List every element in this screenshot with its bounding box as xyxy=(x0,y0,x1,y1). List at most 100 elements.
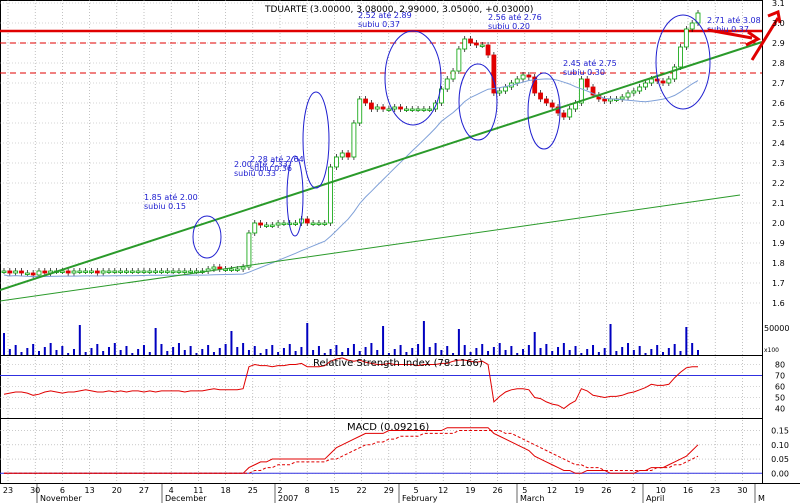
volume-bar xyxy=(481,344,484,355)
volume-bar xyxy=(218,348,221,355)
candle-body xyxy=(310,222,316,225)
rsi-tick-label: 70 xyxy=(775,372,785,381)
candle-body xyxy=(404,108,409,111)
volume-bar xyxy=(358,351,361,355)
candle-body xyxy=(503,86,508,92)
volume-bar xyxy=(422,321,425,355)
candle-body xyxy=(479,44,485,47)
volume-bar xyxy=(8,349,11,355)
candle-body xyxy=(42,270,48,274)
volume-bar xyxy=(527,345,530,355)
candle-body xyxy=(124,270,129,273)
candle-body xyxy=(77,270,83,273)
candle-body xyxy=(625,92,631,98)
volume-bar xyxy=(166,351,169,355)
volume-bar xyxy=(405,352,408,355)
day-tick-label: 19 xyxy=(465,486,475,495)
volume-bar xyxy=(312,350,315,355)
volume-bar xyxy=(382,326,385,355)
volume-bar xyxy=(195,353,198,355)
candle-body xyxy=(129,270,135,273)
day-tick-label: 18 xyxy=(221,486,231,495)
volume-bar xyxy=(376,350,379,355)
volume-bar xyxy=(242,343,245,355)
volume-bar xyxy=(516,353,519,355)
volume-bar xyxy=(224,344,227,355)
volume-bar xyxy=(440,350,443,355)
annotation-text: subiu 0.36 xyxy=(250,164,292,173)
volume-bar xyxy=(37,351,40,355)
day-tick-label: 30 xyxy=(30,486,40,495)
candle-body xyxy=(380,106,386,110)
candle-body xyxy=(561,112,567,118)
volume-bar xyxy=(253,346,256,355)
day-tick-label: 13 xyxy=(85,486,95,495)
candle-body xyxy=(258,222,264,226)
day-tick-label: 23 xyxy=(3,486,13,495)
volume-bar xyxy=(317,346,320,355)
candle-body xyxy=(229,268,234,271)
candle-body xyxy=(240,266,246,270)
candle-body xyxy=(672,66,678,80)
volume-bar xyxy=(3,333,5,355)
volume-bar xyxy=(562,343,565,355)
candle-body xyxy=(339,152,345,158)
day-tick-label: 23 xyxy=(710,486,720,495)
rsi-title: Relative Strength Index (78.1166) xyxy=(313,358,483,369)
volume-bar xyxy=(341,352,344,355)
price-tick-label: 2.8 xyxy=(772,59,785,68)
volume-bar xyxy=(393,349,396,355)
chart-title: TDUARTE (3.00000, 3.08000, 2.99000, 3.05… xyxy=(264,5,533,15)
candle-body xyxy=(514,78,520,84)
volume-bar xyxy=(142,345,145,355)
candle-body xyxy=(170,270,176,273)
rsi-tick-label: 60 xyxy=(775,383,785,392)
macd-tick-label: 0.05 xyxy=(771,455,789,464)
volume-bar xyxy=(574,346,577,355)
volume-bar xyxy=(183,350,186,355)
annotation-text: 2.45 até 2.75 xyxy=(563,58,617,68)
volume-bar xyxy=(148,352,151,355)
volume-bar xyxy=(172,347,175,355)
volume-bar xyxy=(189,346,192,355)
volume-bar xyxy=(446,346,449,355)
candle-body xyxy=(409,108,415,111)
day-tick-label: 19 xyxy=(574,486,584,495)
price-tick-label: 1.8 xyxy=(772,259,785,268)
month-label: February xyxy=(402,494,438,503)
volume-bar xyxy=(26,348,29,355)
candle-body xyxy=(7,270,13,274)
volume-bar xyxy=(335,345,338,355)
volume-bar xyxy=(72,349,75,355)
volume-bar xyxy=(627,343,630,355)
candle-body xyxy=(164,270,170,273)
volume-bar xyxy=(282,348,285,355)
volume-tick-label: 50000 xyxy=(764,324,789,333)
candle-body xyxy=(549,102,555,108)
volume-bar xyxy=(288,344,291,355)
candle-body xyxy=(147,270,153,273)
candle-body xyxy=(584,78,590,88)
volume-bar xyxy=(592,345,595,355)
volume-bar xyxy=(49,343,52,355)
volume-bar xyxy=(387,353,390,355)
volume-bar xyxy=(411,348,414,355)
volume-bar xyxy=(638,346,641,355)
candle-body xyxy=(293,222,298,225)
volume-bar xyxy=(352,344,355,355)
volume-bar xyxy=(504,350,507,355)
month-label: M xyxy=(758,494,765,503)
rsi-tick-label: 40 xyxy=(775,405,785,414)
day-tick-label: 25 xyxy=(248,486,258,495)
volume-bar xyxy=(399,345,402,355)
candle-body xyxy=(473,42,479,46)
price-tick-label: 2.9 xyxy=(772,39,785,48)
price-tick-label: 3.1 xyxy=(772,0,785,8)
volume-bar xyxy=(55,350,58,355)
volume-bar xyxy=(160,344,163,355)
candle-body xyxy=(188,270,194,273)
candle-body xyxy=(159,270,164,273)
candle-body xyxy=(24,272,30,275)
candle-body xyxy=(643,82,648,88)
volume-bar xyxy=(603,348,606,355)
